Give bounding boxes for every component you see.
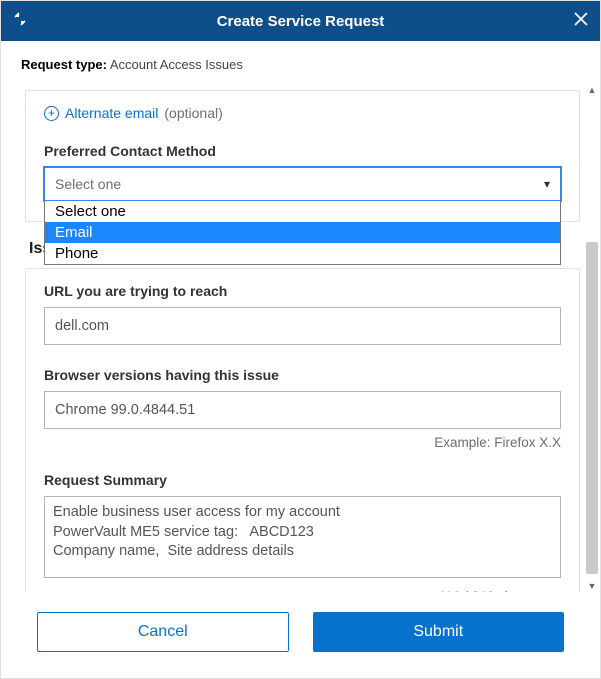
cancel-button[interactable]: Cancel bbox=[37, 612, 289, 652]
optional-text: (optional) bbox=[164, 105, 222, 121]
contact-option-phone[interactable]: Phone bbox=[45, 243, 560, 264]
browser-example: Example: Firefox X.X bbox=[44, 435, 561, 450]
scroll-up-icon[interactable]: ▲ bbox=[586, 84, 598, 96]
contact-method-label: Preferred Contact Method bbox=[44, 143, 561, 159]
plus-circle-icon: + bbox=[44, 106, 59, 121]
alternate-email-link[interactable]: + Alternate email (optional) bbox=[44, 105, 561, 121]
scroll-down-icon[interactable]: ▼ bbox=[586, 580, 598, 592]
vertical-scrollbar[interactable]: ▲ ▼ bbox=[586, 84, 598, 592]
url-label: URL you are trying to reach bbox=[44, 283, 561, 299]
dialog-titlebar: Create Service Request bbox=[1, 1, 600, 41]
request-type-value: Account Access Issues bbox=[110, 57, 243, 72]
url-input[interactable] bbox=[44, 307, 561, 345]
issue-section: URL you are trying to reach Browser vers… bbox=[25, 268, 580, 592]
browser-input[interactable] bbox=[44, 391, 561, 429]
contact-method-select[interactable]: Select one ▾ bbox=[44, 167, 561, 201]
chevron-down-icon: ▾ bbox=[544, 177, 550, 191]
alternate-email-text: Alternate email bbox=[65, 105, 158, 121]
request-type-row: Request type: Account Access Issues bbox=[1, 41, 600, 84]
request-type-label: Request type: bbox=[21, 57, 107, 72]
close-icon[interactable] bbox=[574, 12, 588, 31]
contact-method-dropdown: Select one Email Phone bbox=[44, 201, 561, 265]
collapse-icon[interactable] bbox=[13, 12, 27, 31]
summary-textarea[interactable] bbox=[44, 496, 561, 578]
contact-section: + Alternate email (optional) Preferred C… bbox=[25, 90, 580, 222]
dialog-footer: Cancel Submit bbox=[1, 592, 600, 678]
submit-button[interactable]: Submit bbox=[313, 612, 565, 652]
contact-option-email[interactable]: Email bbox=[45, 222, 560, 243]
browser-label: Browser versions having this issue bbox=[44, 367, 561, 383]
form-scroll-area: + Alternate email (optional) Preferred C… bbox=[1, 84, 600, 592]
contact-option-select-one[interactable]: Select one bbox=[45, 201, 560, 222]
contact-method-select-wrap: Select one ▾ Select one Email Phone bbox=[44, 167, 561, 201]
summary-label: Request Summary bbox=[44, 472, 561, 488]
summary-charcount: 116 / 240 characters bbox=[44, 589, 561, 592]
contact-method-selected: Select one bbox=[55, 176, 121, 192]
scrollbar-thumb[interactable] bbox=[586, 242, 598, 574]
dialog-title: Create Service Request bbox=[27, 13, 574, 30]
